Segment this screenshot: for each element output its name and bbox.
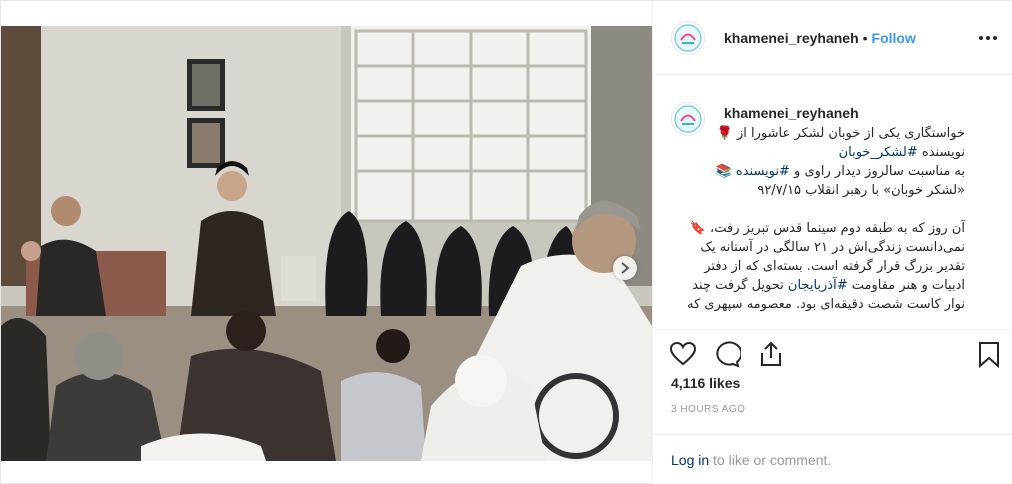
avatar[interactable] — [671, 20, 705, 55]
share-icon[interactable] — [757, 340, 785, 368]
caption-username[interactable]: khamenei_reyhaneh — [724, 105, 859, 121]
header-separator: • — [862, 29, 868, 46]
hashtag-link[interactable]: #لشکر_خوبان — [839, 145, 918, 160]
more-dots-icon[interactable] — [979, 29, 997, 47]
caption-line: آن روز که به طبقه دوم سینما قدس تبریز رف… — [689, 221, 965, 236]
post-photo[interactable] — [1, 26, 652, 461]
caption-line: خواستگاری یکی از خوبان لشکر عاشورا از 🌹 — [716, 126, 965, 141]
caption-line: به مناسبت سالروز دیدار راوی و #نویسنده 📚 — [715, 164, 965, 179]
hashtag-link[interactable]: #نویسنده — [736, 164, 790, 179]
avatar-logo-icon — [674, 23, 702, 52]
login-prompt-text: to like or comment. — [709, 452, 832, 468]
login-link[interactable]: Log in — [671, 452, 709, 468]
comment-icon[interactable] — [713, 340, 741, 368]
hashtag-link[interactable]: #آذربایجان — [788, 278, 848, 293]
bookmark-icon[interactable] — [975, 340, 1003, 368]
photo-illustration — [1, 26, 652, 461]
caption-line: ادبیات و هنر مقاومت #آذربایجان تحویل گرف… — [692, 278, 965, 293]
follow-button[interactable]: Follow — [872, 30, 916, 46]
header-username[interactable]: khamenei_reyhaneh — [724, 30, 859, 46]
post-card: khamenei_reyhaneh • Follow khamenei_reyh… — [0, 0, 1012, 484]
post-timestamp[interactable]: 3 HOURS AGO — [671, 404, 745, 415]
carousel-next-button[interactable] — [613, 256, 637, 280]
heart-icon[interactable] — [669, 340, 697, 368]
post-caption: khamenei_reyhaneh خواستگاری یکی از خوبان… — [653, 76, 1012, 326]
caption-line: نمی‌دانست زندگی‌اش در ۲۱ سالگی در آستانه… — [700, 240, 965, 255]
post-side-panel: khamenei_reyhaneh • Follow khamenei_reyh… — [652, 1, 1012, 484]
caption-line: «لشکر خوبان» با رهبر انقلاب ۹۲/۷/۱۵ — [757, 183, 965, 198]
post-actions — [653, 329, 1012, 377]
caption-line: نویسنده #لشکر_خوبان — [838, 145, 965, 160]
caption-text: خواستگاری یکی از خوبان لشکر عاشورا از 🌹 … — [673, 124, 965, 314]
post-header: khamenei_reyhaneh • Follow — [653, 1, 1012, 75]
caption-line: نوار کاست شصت دقیقه‌ای بود. معصومه سپهری… — [687, 297, 965, 312]
chevron-right-icon — [621, 262, 630, 274]
caption-line — [673, 200, 965, 219]
login-prompt: Log in to like or comment. — [653, 434, 1012, 484]
caption-line: تقدیر بزرگ قرار گرفته است. بسته‌ای که از… — [704, 259, 965, 274]
likes-count[interactable]: 4,116 likes — [671, 375, 740, 391]
